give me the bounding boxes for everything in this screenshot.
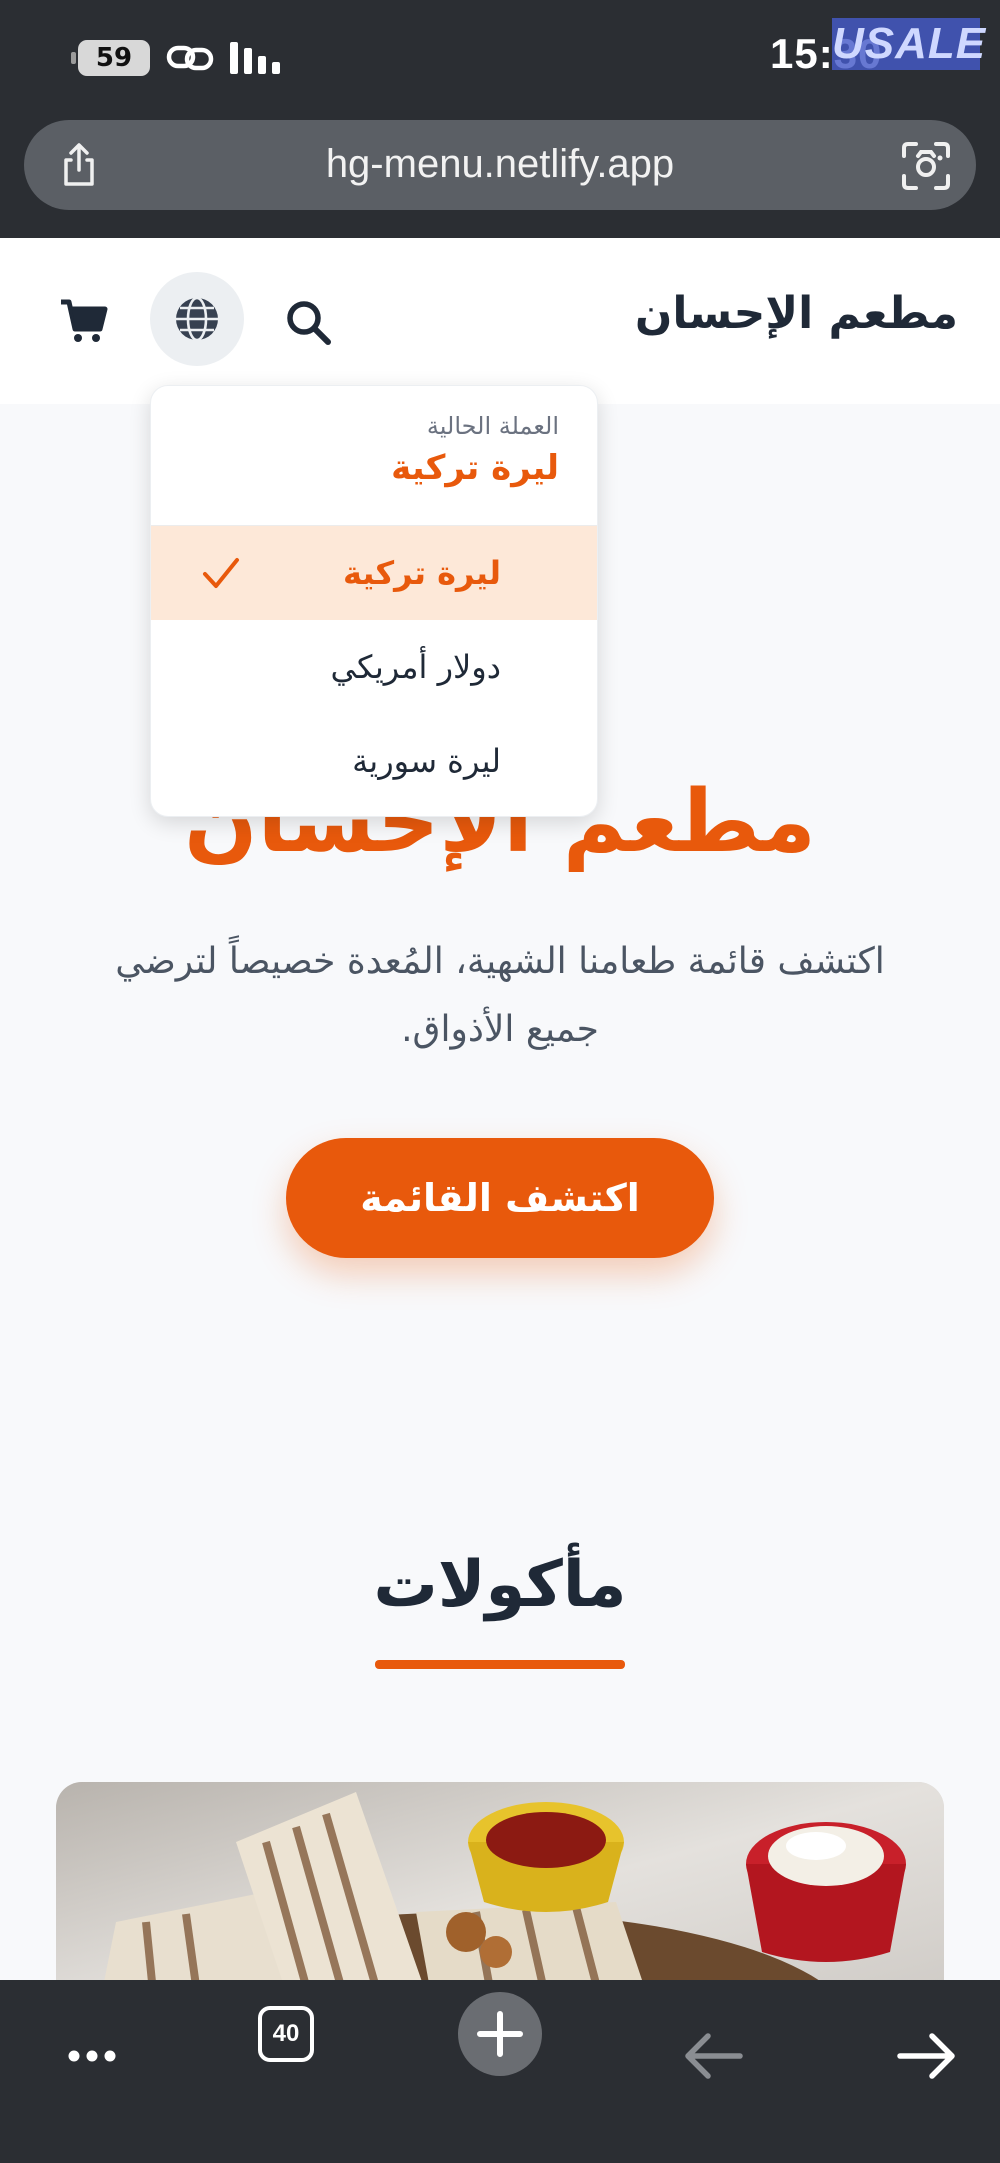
currency-option-label: ليرة تركية [342,554,501,592]
back-arrow-icon[interactable] [668,2004,758,2088]
plus-icon [477,2011,523,2057]
site-header: مطعم الإحسان [0,238,1000,404]
globe-icon [176,296,218,342]
link-icon [166,45,214,71]
browser-address-area: hg-menu.netlify.app [0,118,1000,238]
watermark-logo: USALE [832,18,987,70]
section-title: مأكولات [373,1548,627,1622]
hero-description: اكتشف قائمة طعامنا الشهية، المُعدة خصيصا… [115,941,885,1050]
explore-menu-button[interactable]: اكتشف القائمة [286,1138,714,1258]
more-icon[interactable] [46,2004,136,2088]
currency-option-usd[interactable]: دولار أمريكي [151,620,597,714]
signal-icon [230,42,280,74]
search-icon[interactable] [280,294,336,350]
battery-indicator: 59 [71,40,150,76]
new-tab-button[interactable] [458,1992,542,2076]
currency-option-try[interactable]: ليرة تركية [151,526,597,620]
currency-option-label: ليرة سورية [352,742,501,780]
browser-toolbar: 40 [0,1980,1000,2163]
currency-button[interactable] [150,272,244,366]
camera-scan-icon[interactable] [900,140,952,192]
section-underline [375,1660,625,1669]
currency-dropdown: العملة الحالية ليرة تركية ليرة تركية دول… [150,385,598,817]
current-currency-value: ليرة تركية [391,448,559,488]
url-text[interactable]: hg-menu.netlify.app [24,120,976,210]
brand-name[interactable]: مطعم الإحسان [635,288,958,339]
status-bar: 59 15:30 USALE [0,0,1000,118]
tabs-count-button[interactable]: 40 [258,2006,314,2062]
dropdown-header: العملة الحالية ليرة تركية [151,386,597,526]
forward-arrow-icon[interactable] [882,2004,972,2088]
address-bar[interactable]: hg-menu.netlify.app [24,120,976,210]
current-currency-caption: العملة الحالية [426,412,559,440]
currency-option-label: دولار أمريكي [330,648,501,686]
cart-icon[interactable] [58,296,108,346]
currency-option-syp[interactable]: ليرة سورية [151,714,597,808]
check-icon [203,558,239,588]
